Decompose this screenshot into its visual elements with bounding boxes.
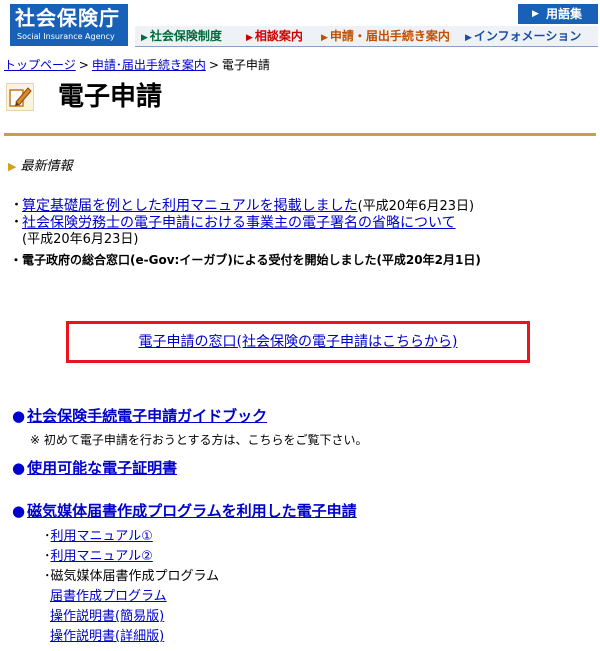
news-heading: ▶ 最新情報 [8,158,72,176]
news-text-egov: 電子政府の総合窓口(e-Gov:イーガブ)による受付を開始しました(平成20年2… [22,253,481,267]
sub-item-manual-1: ･利用マニュアル① [44,528,153,546]
breadcrumb-current: 電子申請 [221,58,270,72]
guide-simple-link[interactable]: 操作説明書(簡易版) [50,609,164,624]
sub-item-manual-2: ･利用マニュアル② [44,548,153,566]
guidebook-note: ※ 初めて電子申請を行おうとする方は、こちらをご覧下さい。 [30,433,368,447]
program-link[interactable]: 届書作成プログラム [50,589,167,604]
news-bullet: ・ [10,215,24,230]
section-guidebook-link[interactable]: 社会保険手続電子申請ガイドブック [27,407,267,425]
logo-english: Social Insurance Agency [17,32,115,41]
guide-detail-link[interactable]: 操作説明書(詳細版) [50,629,164,644]
manual-2-link[interactable]: 利用マニュアル② [51,549,153,564]
section-certificates[interactable]: ● 使用可能な電子証明書 [12,458,177,478]
nav-item-label: インフォメーション [473,29,582,43]
breadcrumb-parent-link[interactable]: 申請･届出手続き案内 [92,58,206,72]
logo-japanese: 社会保険庁 [15,6,120,30]
glossary-link[interactable]: ▶ 用語集 [518,4,598,24]
news-list: ・ 算定基礎届を例とした利用マニュアルを掲載しました(平成20年6月23日) ・… [8,198,593,268]
title-divider [4,133,596,136]
nav-item-insurance-system[interactable]: ▶ 社会保険制度 [141,26,222,48]
blue-dot-icon: ● [12,407,26,425]
triangle-right-icon: ▶ [321,33,328,43]
section-guidebook[interactable]: ● 社会保険手続電子申請ガイドブック [12,406,267,426]
site-header: 社会保険庁 Social Insurance Agency ▶ 用語集 ▶ 社会保… [0,0,600,48]
e-application-portal-link[interactable]: 電子申請の窓口(社会保険の電子申請はこちらから) [139,334,458,350]
breadcrumb: トップページ > 申請･届出手続き案内 > 電子申請 [4,57,270,73]
breadcrumb-top-link[interactable]: トップページ [4,58,76,72]
news-bullet: ・ [10,198,24,213]
news-heading-label: 最新情報 [20,159,73,174]
nav-item-label: 社会保険制度 [149,29,222,43]
section-magnetic-media-link[interactable]: 磁気媒体届書作成プログラムを利用した電子申請 [27,502,357,520]
global-nav: ▶ 社会保険制度 ▶ 相談案内 ▶ 申請・届出手続き案内 ▶ インフォメーション [135,26,598,47]
manual-1-link[interactable]: 利用マニュアル① [51,529,153,544]
news-item: ・ 電子政府の総合窓口(e-Gov:イーガブ)による受付を開始しました(平成20… [8,252,593,268]
document-pen-icon [6,83,34,111]
news-item: ・ 算定基礎届を例とした利用マニュアルを掲載しました(平成20年6月23日) [8,198,593,215]
breadcrumb-separator: > [78,58,89,72]
e-application-portal-box: 電子申請の窓口(社会保険の電子申請はこちらから) [66,321,530,363]
nav-item-procedures[interactable]: ▶ 申請・届出手続き案内 [321,26,450,48]
triangle-right-icon: ▶ [465,33,472,43]
nav-item-label: 相談案内 [254,29,303,43]
sub-item-guide-detail: 操作説明書(詳細版) [50,628,164,646]
section-certificates-link[interactable]: 使用可能な電子証明書 [27,459,177,477]
news-date: (平成20年6月23日) [22,232,139,247]
triangle-right-icon: ▶ [8,160,17,173]
sub-item-program: ･磁気媒体届書作成プログラム [44,568,219,586]
nav-item-label: 申請・届出手続き案内 [329,29,450,43]
news-bullet: ・ [10,253,23,267]
news-date: (平成20年6月23日) [357,199,475,214]
triangle-right-icon: ▶ [246,33,253,43]
sub-item-program-link: 届書作成プログラム [50,588,167,606]
blue-dot-icon: ● [12,459,26,477]
glossary-label: 用語集 [546,7,583,21]
play-arrow-icon: ▶ [532,9,539,19]
sub-item-guide-simple: 操作説明書(簡易版) [50,608,164,626]
page-title: 電子申請 [58,82,163,112]
section-magnetic-media[interactable]: ● 磁気媒体届書作成プログラムを利用した電子申請 [12,501,357,521]
news-link-usage-manual[interactable]: 算定基礎届を例とした利用マニュアルを掲載しました [22,198,358,214]
blue-dot-icon: ● [12,502,26,520]
breadcrumb-separator: > [208,58,219,72]
nav-item-information[interactable]: ▶ インフォメーション [465,26,581,48]
program-heading: 磁気媒体届書作成プログラム [50,569,220,584]
nav-item-consultation[interactable]: ▶ 相談案内 [246,26,303,48]
triangle-right-icon: ▶ [141,33,148,43]
news-link-signature-omission[interactable]: 社会保険労務士の電子申請における事業主の電子署名の省略について [22,215,456,231]
site-logo[interactable]: 社会保険庁 Social Insurance Agency [10,4,128,46]
news-item: ・ 社会保険労務士の電子申請における事業主の電子署名の省略について (平成20年… [8,215,593,248]
